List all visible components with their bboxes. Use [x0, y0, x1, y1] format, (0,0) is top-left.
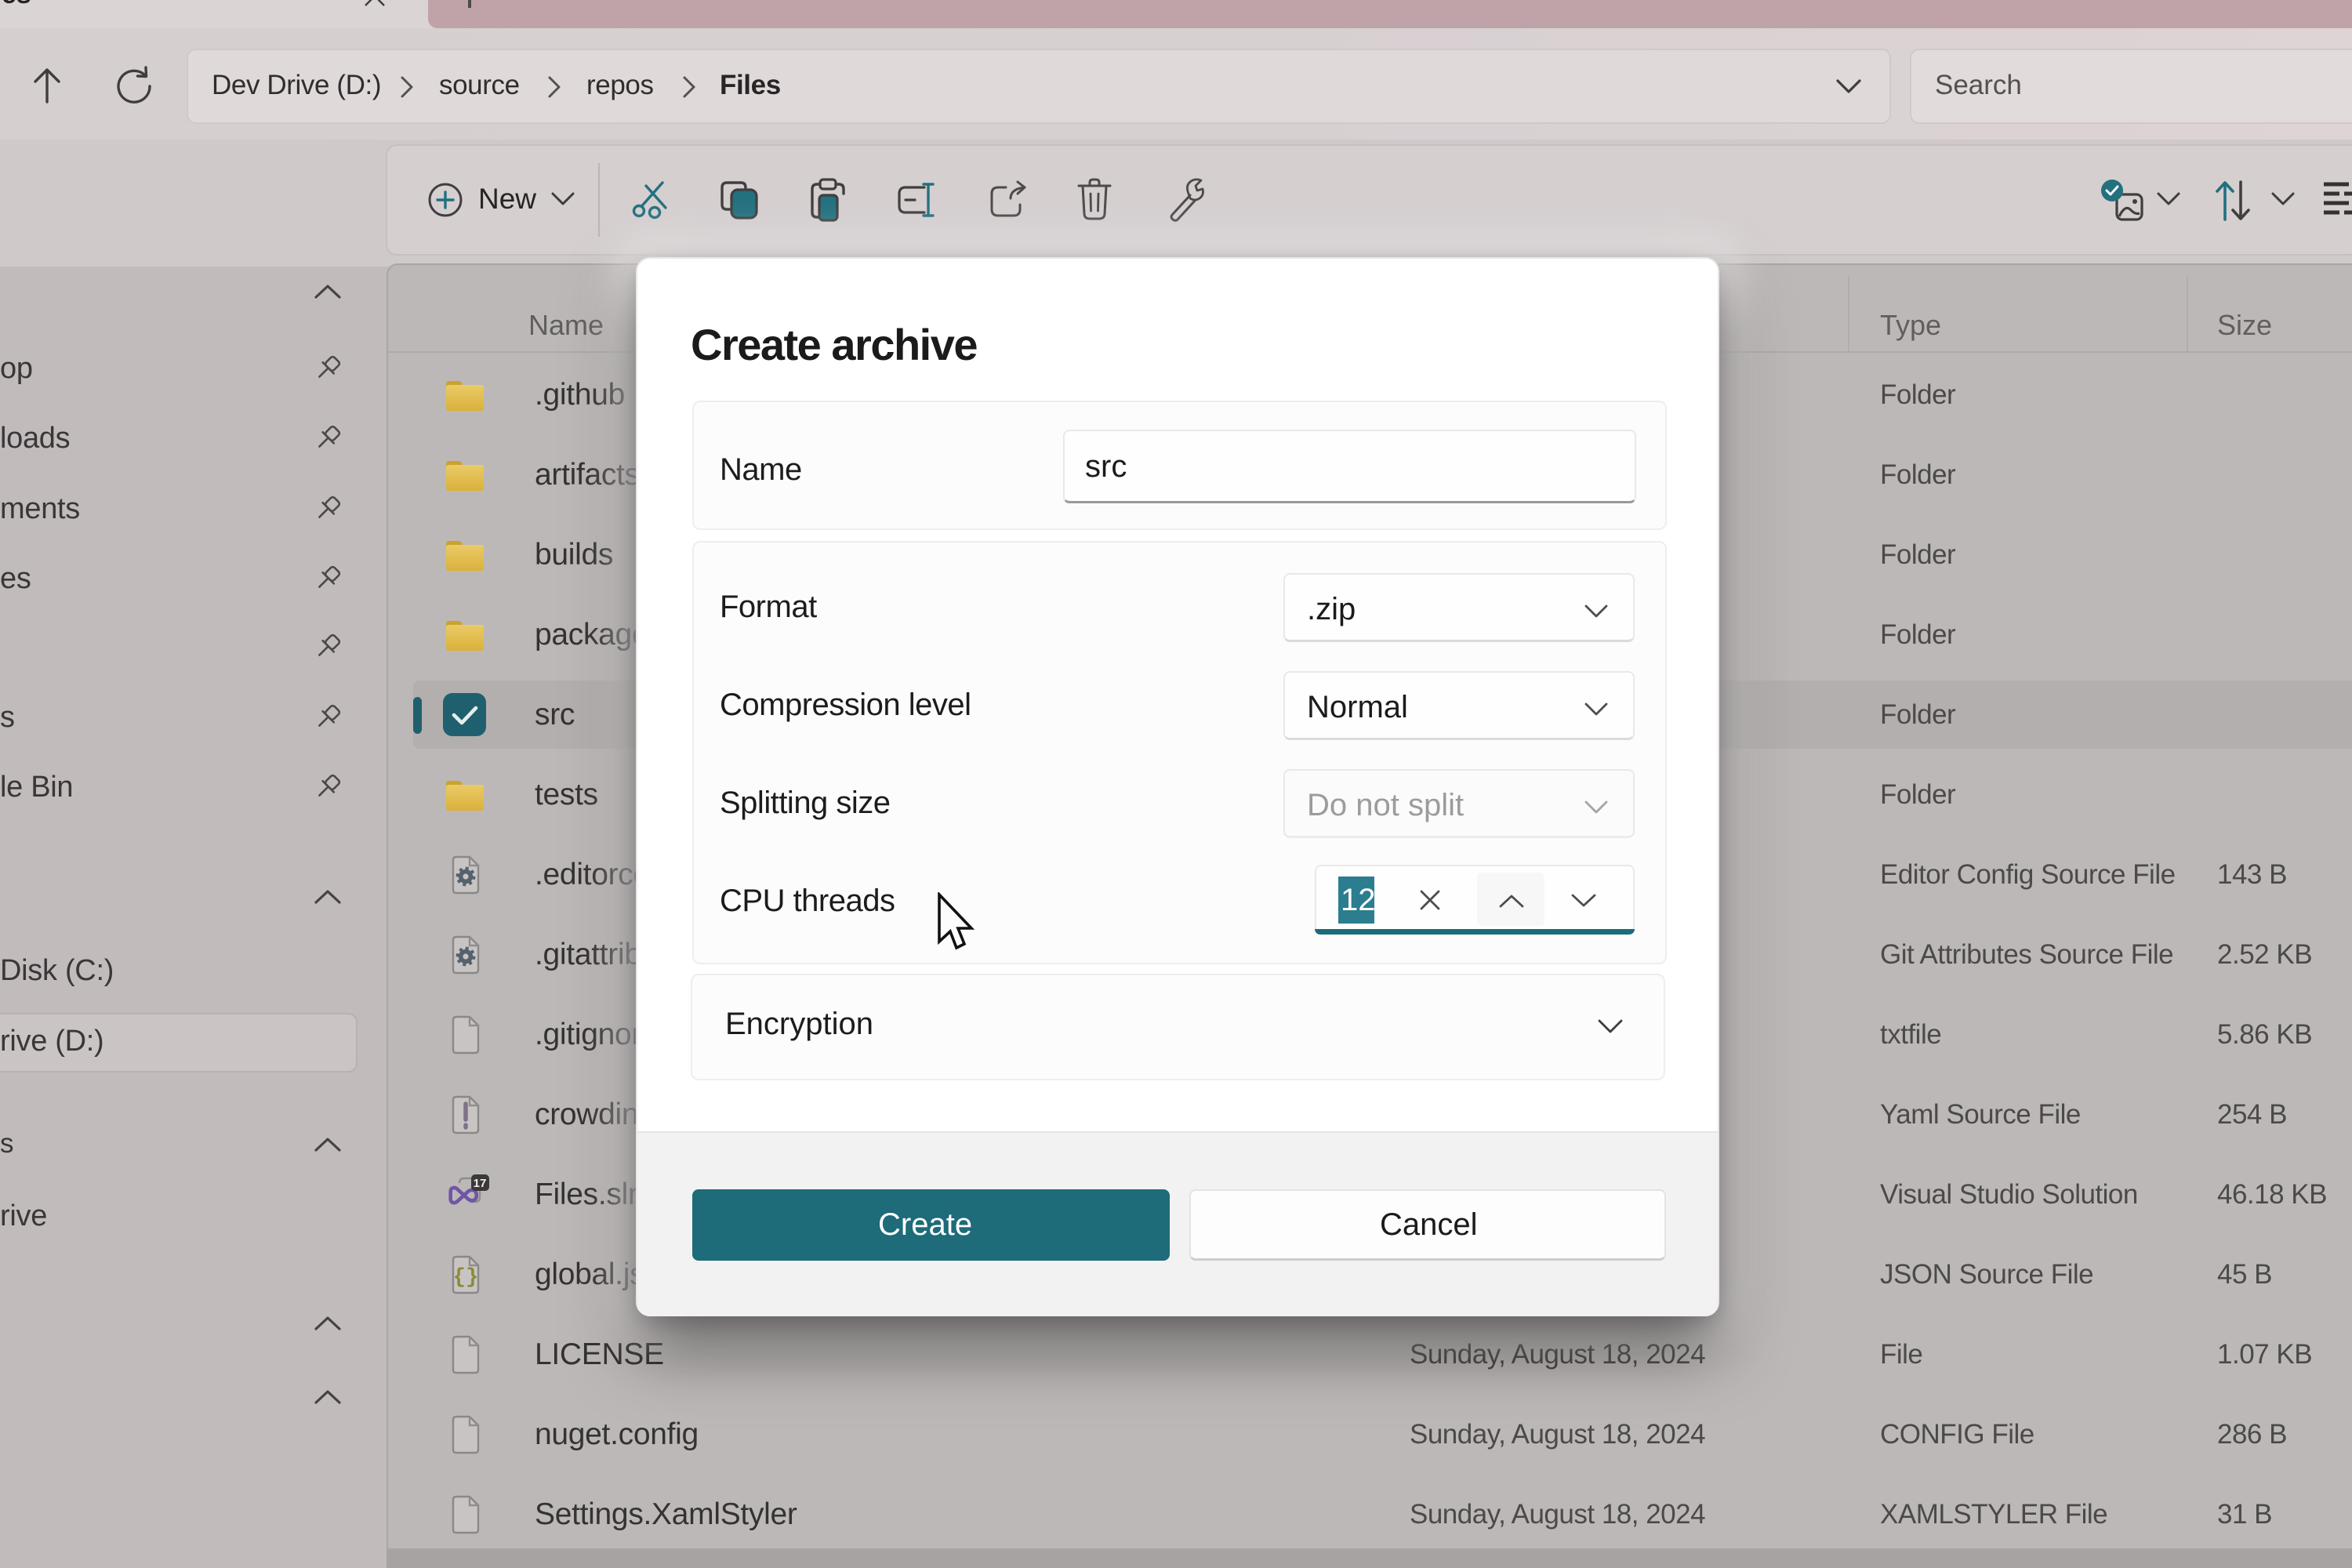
- svg-text:{}: {}: [453, 1266, 478, 1290]
- svg-text:17: 17: [474, 1177, 487, 1190]
